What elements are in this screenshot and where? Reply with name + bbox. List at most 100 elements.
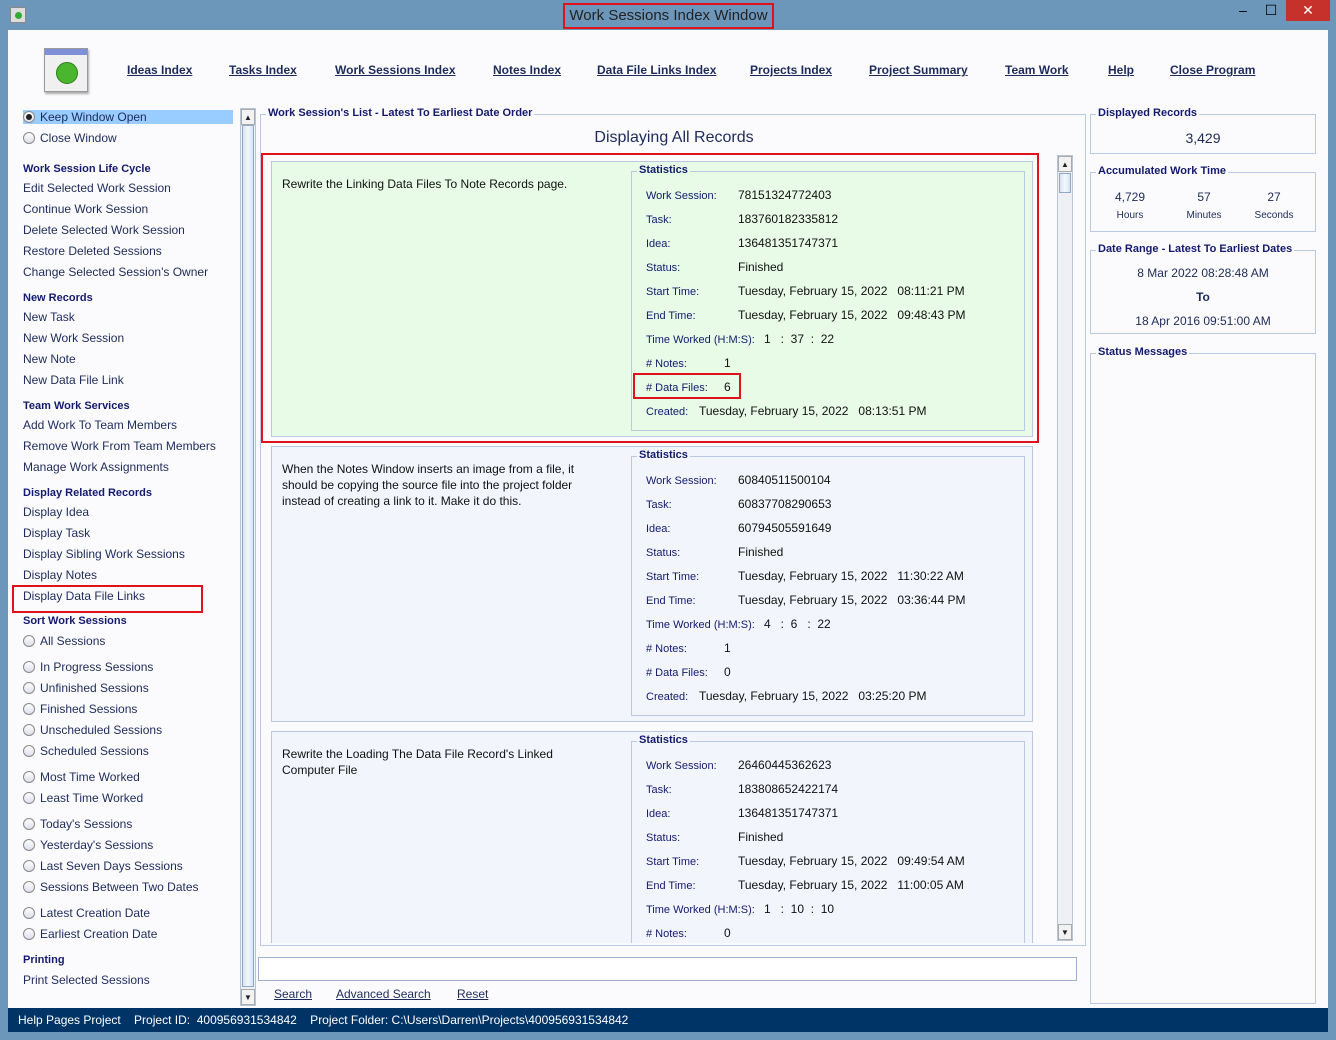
stat-value-created: Tuesday, February 15, 2022 03:25:20 PM (699, 689, 927, 703)
radio-icon[interactable] (23, 111, 35, 123)
radio-icon[interactable] (23, 745, 35, 757)
sidebar-item-continue-work-session[interactable]: Continue Work Session (23, 202, 148, 216)
window-option-0[interactable]: Keep Window Open (23, 110, 233, 124)
sidebar-item-edit-selected-work-session[interactable]: Edit Selected Work Session (23, 181, 171, 195)
close-button[interactable]: ✕ (1286, 0, 1330, 21)
menu-projects-index[interactable]: Projects Index (750, 63, 832, 77)
sort-option-latest-creation-date[interactable]: Latest Creation Date (23, 906, 150, 920)
scroll-up-icon[interactable]: ▲ (241, 109, 255, 125)
stat-label-notes: # Notes: (646, 643, 687, 655)
sort-option-yesterday-s-sessions[interactable]: Yesterday's Sessions (23, 838, 153, 852)
sidebar-item-display-task[interactable]: Display Task (23, 526, 90, 540)
sidebar-item-new-note[interactable]: New Note (23, 352, 76, 366)
sidebar-item-delete-selected-work-session[interactable]: Delete Selected Work Session (23, 223, 185, 237)
radio-icon[interactable] (23, 792, 35, 804)
menu-project-summary[interactable]: Project Summary (869, 63, 968, 77)
menu-close-program[interactable]: Close Program (1170, 63, 1255, 77)
advanced-search-button[interactable]: Advanced Search (336, 987, 431, 1001)
stat-label-status: Status: (646, 832, 681, 844)
stat-value-idea: 136481351747371 (738, 806, 839, 820)
sidebar-item-remove-work-from-team-members[interactable]: Remove Work From Team Members (23, 439, 216, 453)
sort-option-scheduled-sessions[interactable]: Scheduled Sessions (23, 744, 149, 758)
record-card[interactable]: When the Notes Window inserts an image f… (271, 446, 1033, 722)
scroll-up-icon[interactable]: ▲ (1058, 156, 1072, 172)
sort-option-label: Earliest Creation Date (40, 927, 158, 941)
list-heading: Displaying All Records (594, 129, 754, 146)
sort-option-label: All Sessions (40, 634, 106, 648)
minimize-button[interactable]: ‒ (1228, 0, 1258, 21)
sidebar-item-restore-deleted-sessions[interactable]: Restore Deleted Sessions (23, 244, 162, 258)
sort-option-last-seven-days-sessions[interactable]: Last Seven Days Sessions (23, 859, 183, 873)
sidebar-item-change-selected-session-s-owner[interactable]: Change Selected Session's Owner (23, 265, 208, 279)
radio-icon[interactable] (23, 132, 35, 144)
radio-icon[interactable] (23, 635, 35, 647)
sidebar-scrollbar[interactable]: ▲ ▼ (240, 108, 256, 1006)
sidebar-item-manage-work-assignments[interactable]: Manage Work Assignments (23, 460, 169, 474)
sort-option-in-progress-sessions[interactable]: In Progress Sessions (23, 660, 153, 674)
sort-option-label: Scheduled Sessions (40, 744, 149, 758)
sidebar-item-new-task[interactable]: New Task (23, 310, 75, 324)
sort-option-all-sessions[interactable]: All Sessions (23, 634, 105, 648)
sort-option-unfinished-sessions[interactable]: Unfinished Sessions (23, 681, 149, 695)
menu-ideas-index[interactable]: Ideas Index (127, 63, 192, 77)
search-input[interactable] (258, 957, 1077, 981)
window-option-1[interactable]: Close Window (23, 131, 117, 145)
sort-option-earliest-creation-date[interactable]: Earliest Creation Date (23, 927, 157, 941)
maximize-button[interactable]: ☐ (1256, 0, 1286, 21)
radio-icon[interactable] (23, 682, 35, 694)
statistics-title: Statistics (637, 449, 690, 461)
statistics-title: Statistics (637, 734, 690, 746)
status-messages-title: Status Messages (1096, 346, 1190, 358)
menu-data-file-links-index[interactable]: Data File Links Index (597, 63, 716, 77)
title-bar: Work Sessions Index Window ‒ ☐ ✕ (0, 0, 1336, 30)
stat-value-status: Finished (738, 545, 784, 559)
record-card[interactable]: Rewrite the Loading The Data File Record… (271, 731, 1033, 943)
radio-icon[interactable] (23, 661, 35, 673)
stat-value-files: 0 (724, 665, 731, 679)
sort-option-label: Sessions Between Two Dates (40, 880, 199, 894)
sidebar-item-display-idea[interactable]: Display Idea (23, 505, 89, 519)
sort-option-label: Least Time Worked (40, 791, 144, 805)
hours-value: 4,729 (1114, 190, 1146, 204)
sidebar-heading: Work Session Life Cycle (23, 163, 151, 175)
menu-notes-index[interactable]: Notes Index (493, 63, 561, 77)
sort-option-sessions-between-two-dates[interactable]: Sessions Between Two Dates (23, 880, 199, 894)
scroll-thumb[interactable] (242, 125, 254, 987)
menu-help[interactable]: Help (1108, 63, 1134, 77)
radio-icon[interactable] (23, 860, 35, 872)
sidebar-item-new-work-session[interactable]: New Work Session (23, 331, 124, 345)
menu-team-work[interactable]: Team Work (1005, 63, 1069, 77)
records-list[interactable]: Rewrite the Linking Data Files To Note R… (261, 153, 1057, 943)
sidebar-item-add-work-to-team-members[interactable]: Add Work To Team Members (23, 418, 177, 432)
sort-option-today-s-sessions[interactable]: Today's Sessions (23, 817, 132, 831)
sort-option-unscheduled-sessions[interactable]: Unscheduled Sessions (23, 723, 162, 737)
sort-option-most-time-worked[interactable]: Most Time Worked (23, 770, 140, 784)
radio-icon[interactable] (23, 881, 35, 893)
sidebar-item-print-selected-sessions[interactable]: Print Selected Sessions (23, 973, 150, 987)
sidebar-item-new-data-file-link[interactable]: New Data File Link (23, 373, 124, 387)
radio-icon[interactable] (23, 771, 35, 783)
seconds-label: Seconds (1254, 210, 1294, 221)
scroll-down-icon[interactable]: ▼ (241, 989, 255, 1005)
menu-work-sessions-index[interactable]: Work Sessions Index (335, 63, 456, 77)
radio-icon[interactable] (23, 907, 35, 919)
stat-label-end: End Time: (646, 595, 696, 607)
status-bar: Help Pages Project Project ID: 400956931… (8, 1008, 1328, 1032)
menu-tasks-index[interactable]: Tasks Index (229, 63, 297, 77)
radio-icon[interactable] (23, 928, 35, 940)
radio-icon[interactable] (23, 703, 35, 715)
sort-option-finished-sessions[interactable]: Finished Sessions (23, 702, 137, 716)
sort-option-least-time-worked[interactable]: Least Time Worked (23, 791, 143, 805)
scroll-thumb[interactable] (1059, 173, 1071, 193)
scroll-down-icon[interactable]: ▼ (1058, 924, 1072, 940)
radio-icon[interactable] (23, 724, 35, 736)
sidebar-item-display-notes[interactable]: Display Notes (23, 568, 97, 582)
radio-icon[interactable] (23, 839, 35, 851)
sidebar-item-display-sibling-work-sessions[interactable]: Display Sibling Work Sessions (23, 547, 185, 561)
sidebar-heading: Display Related Records (23, 487, 152, 499)
list-scrollbar[interactable]: ▲ ▼ (1057, 155, 1073, 941)
radio-icon[interactable] (23, 818, 35, 830)
reset-button[interactable]: Reset (457, 987, 488, 1001)
search-button[interactable]: Search (274, 987, 312, 1001)
stat-label-files: # Data Files: (646, 667, 708, 679)
